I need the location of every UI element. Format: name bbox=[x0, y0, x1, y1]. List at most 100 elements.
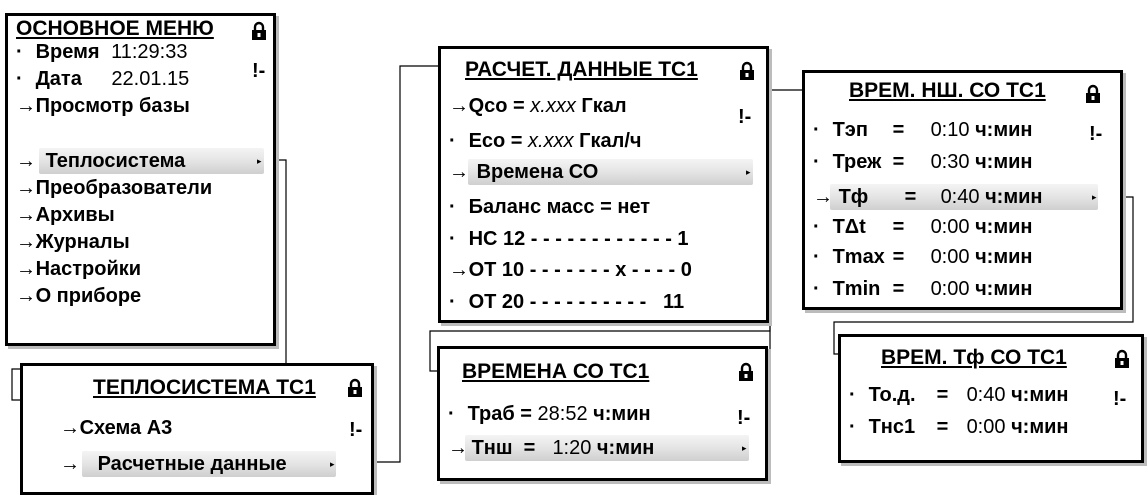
arrow-icon: → bbox=[449, 259, 469, 281]
arrow-icon: → bbox=[813, 186, 833, 208]
heat-system-title: ТЕПЛОСИСТЕМА ТС1 bbox=[93, 376, 316, 399]
unit-label: ч:мин bbox=[1011, 416, 1069, 438]
item-label: Дата bbox=[35, 68, 82, 90]
calc-data-panel: РАСЧЕТ. ДАННЫЕ ТС1 !- → Qсо = x.xxx Гкал… bbox=[438, 46, 769, 323]
arrow-icon: → bbox=[60, 417, 80, 439]
ns-item-trezh[interactable]: · Треж = 0:30 ч:мин bbox=[813, 149, 1033, 175]
tns1-value: 0:00 bbox=[966, 416, 1006, 438]
time-value: 11:29:33 bbox=[111, 41, 188, 63]
main-menu-panel: ОСНОВНОЕ МЕНЮ !- · Время 11:29:33 · Дата… bbox=[5, 13, 276, 346]
heat-system-panel: ТЕПЛОСИСТЕМА ТС1 !- → Схема А3 ▸ → Расче… bbox=[20, 363, 374, 495]
unit-label: Гкал bbox=[575, 95, 627, 117]
item-label: Теплосистема bbox=[45, 150, 186, 172]
menu-item-archives[interactable]: → Архивы bbox=[16, 202, 115, 228]
ns-item-tf[interactable]: → Тф = 0:40 ч:мин bbox=[813, 184, 1043, 210]
arrow-icon: → bbox=[16, 204, 36, 226]
tmax-value: 0:00 bbox=[930, 246, 970, 268]
equals-sign: = bbox=[514, 403, 538, 425]
menu-item-scheme[interactable]: → Схема А3 bbox=[60, 415, 172, 441]
co-item-trab[interactable]: · Траб = 28:52 ч:мин bbox=[448, 401, 651, 427]
alert-icon: !- bbox=[738, 106, 752, 128]
item-label: Qсо = bbox=[468, 95, 531, 117]
alert-icon: !- bbox=[252, 60, 266, 82]
tf-times-title: ВРЕМ. Тф СО ТС1 bbox=[881, 346, 1067, 369]
calc-item-ot10[interactable]: → ОТ 10 - - - - - - - x - - - - 0 bbox=[449, 257, 692, 283]
item-label: Времена СО bbox=[476, 161, 599, 183]
calc-item-co-times[interactable]: → Времена СО bbox=[449, 159, 598, 185]
item-label: Настройки bbox=[35, 258, 142, 280]
item-marker: · bbox=[849, 384, 856, 406]
main-menu-title: ОСНОВНОЕ МЕНЮ bbox=[16, 17, 214, 40]
co-item-tnsh[interactable]: → Тнш = 1:20 ч:мин bbox=[448, 435, 654, 461]
unit-label: ч:мин bbox=[975, 119, 1033, 141]
submenu-indicator-icon: ▸ bbox=[1092, 192, 1097, 202]
calc-item-mass-balance[interactable]: · Баланс масс = нет bbox=[449, 194, 650, 220]
co-times-panel: ВРЕМЕНА СО ТС1 !- · Траб = 28:52 ч:мин ▸… bbox=[437, 346, 768, 481]
item-label: Схема А3 bbox=[79, 417, 173, 439]
item-label: То.д. bbox=[868, 384, 916, 406]
lock-icon bbox=[252, 21, 266, 40]
item-label: О приборе bbox=[35, 285, 142, 307]
ns-times-panel: ВРЕМ. НШ. СО ТС1 !- · Тэп = 0:10 ч:мин · Т… bbox=[802, 70, 1123, 310]
menu-item-calc-data[interactable]: → Расчетные данные bbox=[60, 451, 287, 477]
calc-data-title: РАСЧЕТ. ДАННЫЕ ТС1 bbox=[465, 58, 698, 81]
menu-item-settings[interactable]: → Настройки bbox=[16, 256, 141, 282]
tdt-value: 0:00 bbox=[930, 216, 970, 238]
menu-item-converters[interactable]: → Преобразователи bbox=[16, 175, 212, 201]
item-label: Треж bbox=[832, 151, 882, 173]
item-label: ОТ 10 - - - - - - - x - - - - 0 bbox=[468, 259, 692, 281]
arrow-icon: → bbox=[16, 150, 36, 172]
menu-item-view-database[interactable]: → Просмотр базы bbox=[16, 93, 190, 119]
item-label: НС 12 - - - - - - - - - - - - 1 bbox=[468, 228, 689, 250]
calc-item-ot20[interactable]: · ОТ 20 - - - - - - - - - - 11 bbox=[449, 289, 684, 315]
calc-item-eco[interactable]: · Есо = x.xxx Гкал/ч bbox=[449, 128, 642, 154]
calc-item-hc12[interactable]: · НС 12 - - - - - - - - - - - - 1 bbox=[449, 226, 689, 252]
eco-value: x.xxx bbox=[528, 130, 574, 152]
submenu-indicator-icon: ▸ bbox=[330, 459, 335, 469]
qco-value: x.xxx bbox=[530, 95, 576, 117]
equals-sign: = bbox=[892, 151, 905, 173]
menu-item-about[interactable]: → О приборе bbox=[16, 283, 141, 309]
alert-icon: !- bbox=[737, 407, 751, 429]
unit-label: ч:мин bbox=[587, 403, 651, 425]
arrow-icon: → bbox=[449, 95, 469, 117]
tnsh-value: 1:20 bbox=[552, 437, 592, 459]
menu-item-heat-system[interactable]: → Теплосистема bbox=[16, 148, 185, 174]
item-label: ТΔt bbox=[832, 216, 866, 238]
tmin-value: 0:00 bbox=[930, 278, 970, 300]
item-label: Расчетные данные bbox=[97, 453, 287, 475]
date-value: 22.01.15 bbox=[111, 68, 190, 90]
arrow-icon: → bbox=[16, 177, 36, 199]
unit-label: ч:мин bbox=[985, 186, 1043, 208]
trab-value: 28:52 bbox=[537, 403, 588, 425]
submenu-indicator-icon: ▸ bbox=[742, 443, 747, 453]
tf-item-tns1[interactable]: · Тнс1 = 0:00 ч:мин bbox=[849, 414, 1069, 440]
unit-label: ч:мин bbox=[975, 278, 1033, 300]
menu-item-logs[interactable]: → Журналы bbox=[16, 229, 130, 255]
calc-item-qco[interactable]: → Qсо = x.xxx Гкал bbox=[449, 93, 627, 119]
arrow-icon: → bbox=[448, 437, 468, 459]
arrow-icon: → bbox=[16, 231, 36, 253]
unit-label: ч:мин bbox=[975, 246, 1033, 268]
equals-sign: = bbox=[904, 186, 917, 208]
ns-item-tmin[interactable]: · Тmin = 0:00 ч:мин bbox=[813, 276, 1033, 302]
item-label: Журналы bbox=[35, 231, 130, 253]
arrow-icon: → bbox=[16, 258, 36, 280]
arrow-icon: → bbox=[16, 285, 36, 307]
menu-item-date[interactable]: · Дата 22.01.15 bbox=[16, 66, 189, 92]
item-label: Преобразователи bbox=[35, 177, 213, 199]
arrow-icon: → bbox=[60, 453, 80, 475]
tf-item-tod[interactable]: · То.д. = 0:40 ч:мин bbox=[849, 382, 1069, 408]
ns-item-tep[interactable]: · Тэп = 0:10 ч:мин bbox=[813, 117, 1033, 143]
ns-item-tdt[interactable]: · ТΔt = 0:00 ч:мин bbox=[813, 214, 1033, 240]
ns-item-tmax[interactable]: · Тmax = 0:00 ч:мин bbox=[813, 244, 1033, 270]
item-marker: · bbox=[449, 291, 456, 313]
equals-sign: = bbox=[892, 119, 905, 141]
menu-item-time[interactable]: · Время 11:29:33 bbox=[16, 39, 187, 65]
lock-icon bbox=[739, 362, 753, 381]
submenu-indicator-icon: ▸ bbox=[746, 167, 751, 177]
item-label: ОТ 20 - - - - - - - - - - 11 bbox=[468, 291, 685, 313]
item-label: Тэп bbox=[832, 119, 868, 141]
trezh-value: 0:30 bbox=[930, 151, 970, 173]
lock-icon bbox=[740, 61, 754, 80]
